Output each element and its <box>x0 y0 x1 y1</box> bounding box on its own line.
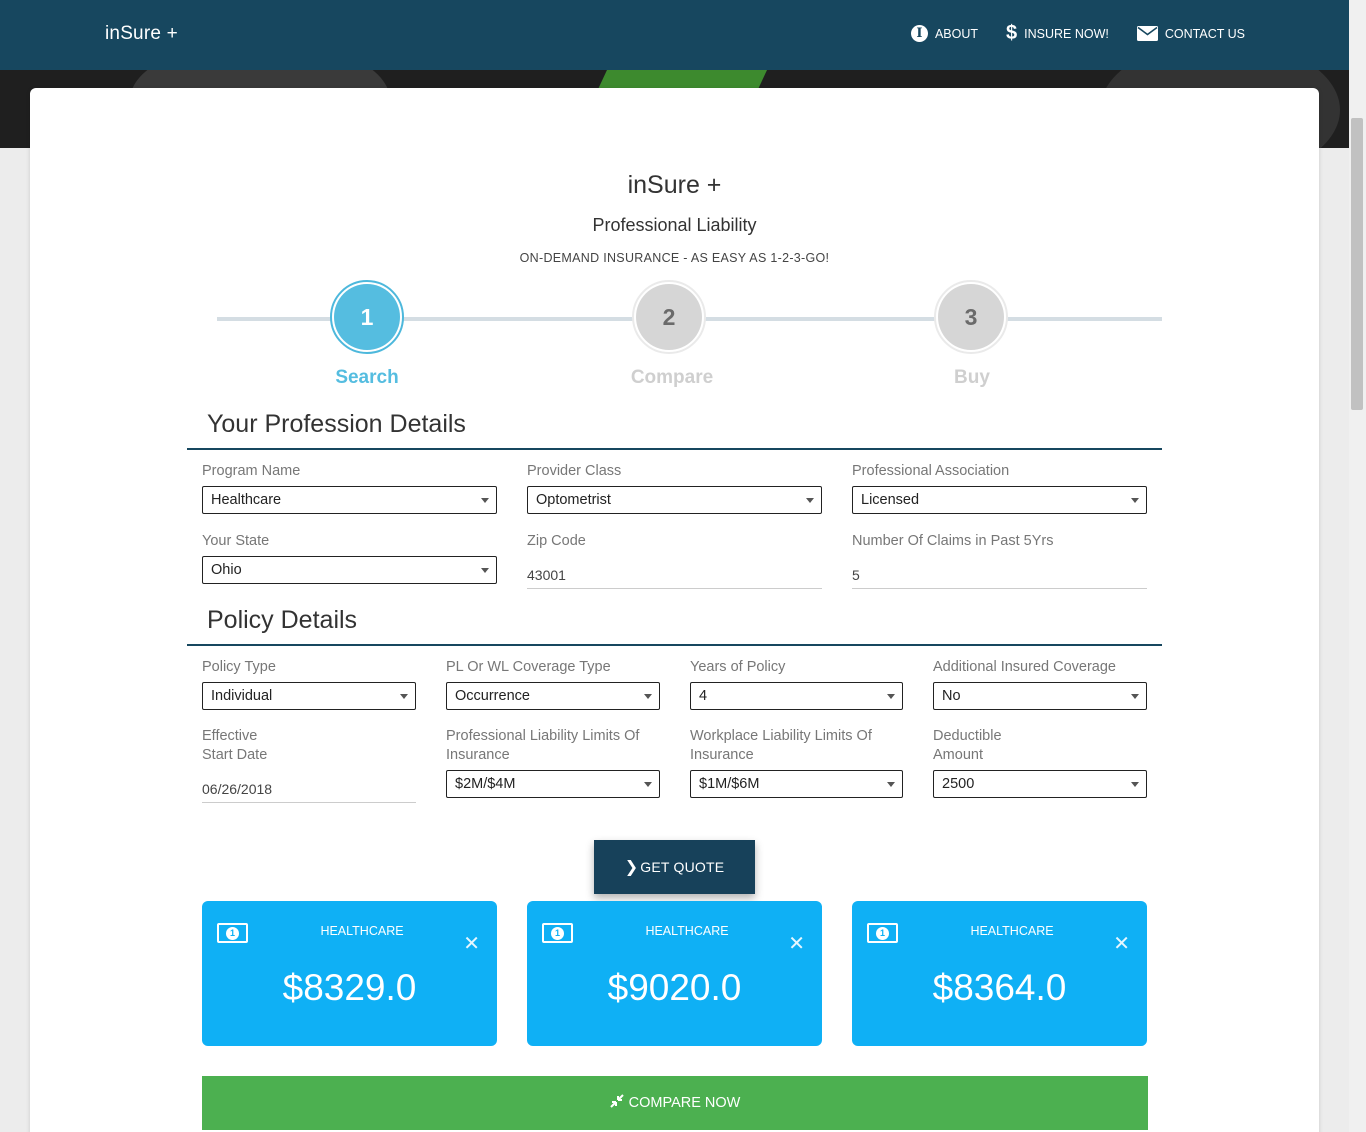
zip-code-label: Zip Code <box>527 533 586 549</box>
additional-insured-label: Additional Insured Coverage <box>933 659 1116 675</box>
compress-arrows-icon <box>609 1094 624 1112</box>
provider-class-value: Optometrist <box>536 492 611 508</box>
chevron-down-icon <box>1131 694 1139 699</box>
wl-limits-select[interactable]: $1M/$6M <box>690 770 903 798</box>
compare-now-button[interactable]: COMPARE NOW <box>202 1076 1148 1130</box>
chevron-down-icon <box>1131 498 1139 503</box>
tagline: ON-DEMAND INSURANCE - AS EASY AS 1-2-3-G… <box>519 251 830 265</box>
nav-about-label: ABOUT <box>934 26 979 41</box>
quote-card-3[interactable]: 1 HEALTHCARE ✕ $8364.0 <box>852 901 1147 1046</box>
nav-contact-label: CONTACT US <box>1164 26 1245 41</box>
zip-code-input[interactable]: 43001 <box>527 563 822 589</box>
page-title: inSure + <box>627 171 722 199</box>
pl-limits-label: Professional Liability Limits Of Insuran… <box>446 728 640 763</box>
page-subtitle: Professional Liability <box>592 215 757 235</box>
brand-logo[interactable]: inSure + <box>105 23 178 45</box>
deductible-select[interactable]: 2500 <box>933 770 1147 798</box>
policy-type-value: Individual <box>211 688 273 704</box>
profession-divider <box>187 448 1162 450</box>
policy-type-select[interactable]: Individual <box>202 682 416 710</box>
pl-limits-select[interactable]: $2M/$4M <box>446 770 660 798</box>
chevron-down-icon <box>1131 782 1139 787</box>
close-icon[interactable]: ✕ <box>463 931 480 956</box>
coverage-type-select[interactable]: Occurrence <box>446 682 660 710</box>
professional-association-select[interactable]: Licensed <box>852 486 1147 514</box>
step-1-search[interactable]: 1 <box>330 280 404 354</box>
main-card: inSure + Professional Liability ON-DEMAN… <box>30 88 1319 1132</box>
additional-insured-value: No <box>942 688 961 704</box>
close-icon[interactable]: ✕ <box>788 931 805 956</box>
chevron-down-icon <box>644 782 652 787</box>
effective-date-input[interactable]: 06/26/2018 <box>202 777 416 803</box>
deductible-label: Deductible Amount <box>933 728 1002 763</box>
navbar: inSure + i ABOUT $ INSURE NOW! CONTACT U… <box>0 0 1349 70</box>
nav-insure-now-label: INSURE NOW! <box>1024 26 1109 41</box>
quote-amount: $9020.0 <box>607 967 742 1008</box>
nav-about-link[interactable]: i ABOUT <box>910 22 979 45</box>
coverage-type-value: Occurrence <box>455 688 530 704</box>
years-select[interactable]: 4 <box>690 682 903 710</box>
step-1-number: 1 <box>334 284 400 350</box>
chevron-down-icon <box>887 694 895 699</box>
chevron-down-icon <box>481 568 489 573</box>
program-name-select[interactable]: Healthcare <box>202 486 497 514</box>
wl-limits-label: Workplace Liability Limits Of Insurance <box>690 728 872 763</box>
compare-now-label: COMPARE NOW <box>628 1095 741 1111</box>
professional-association-value: Licensed <box>861 492 920 508</box>
step-3-buy[interactable]: 3 <box>934 280 1008 354</box>
state-label: Your State <box>202 533 270 549</box>
years-value: 4 <box>699 688 708 704</box>
step-2-compare[interactable]: 2 <box>632 280 706 354</box>
additional-insured-select[interactable]: No <box>933 682 1147 710</box>
quote-card-2[interactable]: 1 HEALTHCARE ✕ $9020.0 <box>527 901 822 1046</box>
effective-date-label: Effective Start Date <box>202 728 268 763</box>
scrollbar-thumb[interactable] <box>1351 118 1363 410</box>
nav-links: i ABOUT $ INSURE NOW! CONTACT US <box>910 22 1245 45</box>
dollar-icon: $ <box>1006 22 1018 44</box>
quote-amount: $8364.0 <box>932 967 1067 1008</box>
chevron-down-icon <box>887 782 895 787</box>
profession-section-title: Your Profession Details <box>207 410 466 438</box>
years-label: Years of Policy <box>690 659 786 675</box>
pl-limits-value: $2M/$4M <box>455 776 516 792</box>
step-3-number: 3 <box>938 284 1004 350</box>
chevron-down-icon <box>806 498 814 503</box>
state-value: Ohio <box>211 562 242 578</box>
envelope-icon <box>1136 26 1158 41</box>
claims-label: Number Of Claims in Past 5Yrs <box>852 533 1054 549</box>
claims-input[interactable]: 5 <box>852 563 1147 589</box>
step-3-label: Buy <box>954 367 990 388</box>
chevron-down-icon <box>644 694 652 699</box>
quote-amount: $8329.0 <box>282 967 417 1008</box>
deductible-value: 2500 <box>942 776 975 792</box>
page-scrollbar[interactable] <box>1349 0 1366 1132</box>
provider-class-label: Provider Class <box>527 463 622 479</box>
provider-class-select[interactable]: Optometrist <box>527 486 822 514</box>
close-icon[interactable]: ✕ <box>1113 931 1130 956</box>
policy-type-label: Policy Type <box>202 659 276 675</box>
program-name-label: Program Name <box>202 463 301 479</box>
nav-contact-link[interactable]: CONTACT US <box>1136 22 1245 45</box>
step-1-label: Search <box>335 367 399 388</box>
quote-card-1[interactable]: 1 HEALTHCARE ✕ $8329.0 <box>202 901 497 1046</box>
professional-association-label: Professional Association <box>852 463 1010 479</box>
program-name-value: Healthcare <box>211 492 282 508</box>
get-quote-button[interactable]: ❯ GET QUOTE <box>594 840 755 894</box>
step-2-label: Compare <box>630 367 714 388</box>
chevron-down-icon <box>481 498 489 503</box>
policy-divider <box>187 644 1162 646</box>
info-icon: i <box>910 25 928 42</box>
policy-section-title: Policy Details <box>207 606 358 634</box>
chevron-right-icon: ❯ <box>624 859 639 876</box>
wl-limits-value: $1M/$6M <box>699 776 760 792</box>
coverage-type-label: PL Or WL Coverage Type <box>446 659 611 675</box>
nav-insure-now-link[interactable]: $ INSURE NOW! <box>1006 22 1109 45</box>
get-quote-label: GET QUOTE <box>640 859 725 875</box>
state-select[interactable]: Ohio <box>202 556 497 584</box>
chevron-down-icon <box>400 694 408 699</box>
step-2-number: 2 <box>636 284 702 350</box>
